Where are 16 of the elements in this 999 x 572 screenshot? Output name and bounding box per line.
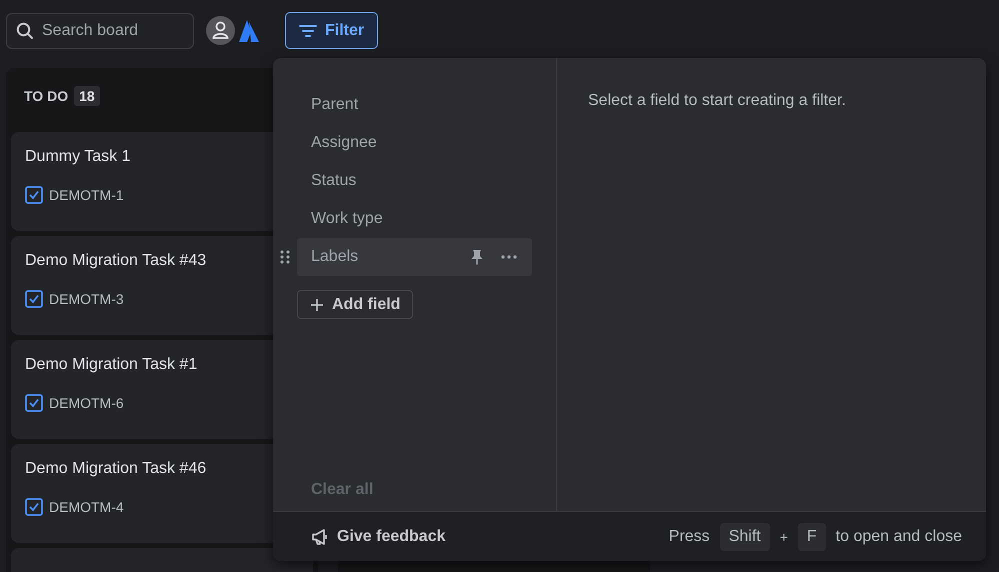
issue-key: DEMOTM-3 (49, 291, 124, 307)
issue-count: 18 (74, 86, 100, 106)
empty-message: Select a field to start creating a filter. (588, 92, 846, 109)
shortcut-hint: to open and close (836, 528, 962, 546)
card-title: Demo Migration Task #43 (25, 252, 206, 270)
issue-key: DEMOTM-6 (49, 395, 124, 411)
card-title: Demo Migration Task #46 (25, 460, 206, 478)
shortcut-hint: Press (668, 528, 710, 546)
keyboard-key: Shift (720, 522, 770, 550)
key-joiner: + (780, 528, 788, 544)
issue-key: DEMOTM-4 (49, 499, 124, 515)
column-title: TO DO (24, 88, 68, 104)
card-title: Dummy Task 1 (25, 148, 131, 166)
issue-key: DEMOTM-1 (49, 187, 124, 203)
card-title: Demo Migration Task #1 (25, 356, 198, 374)
keyboard-key: F (798, 522, 826, 550)
